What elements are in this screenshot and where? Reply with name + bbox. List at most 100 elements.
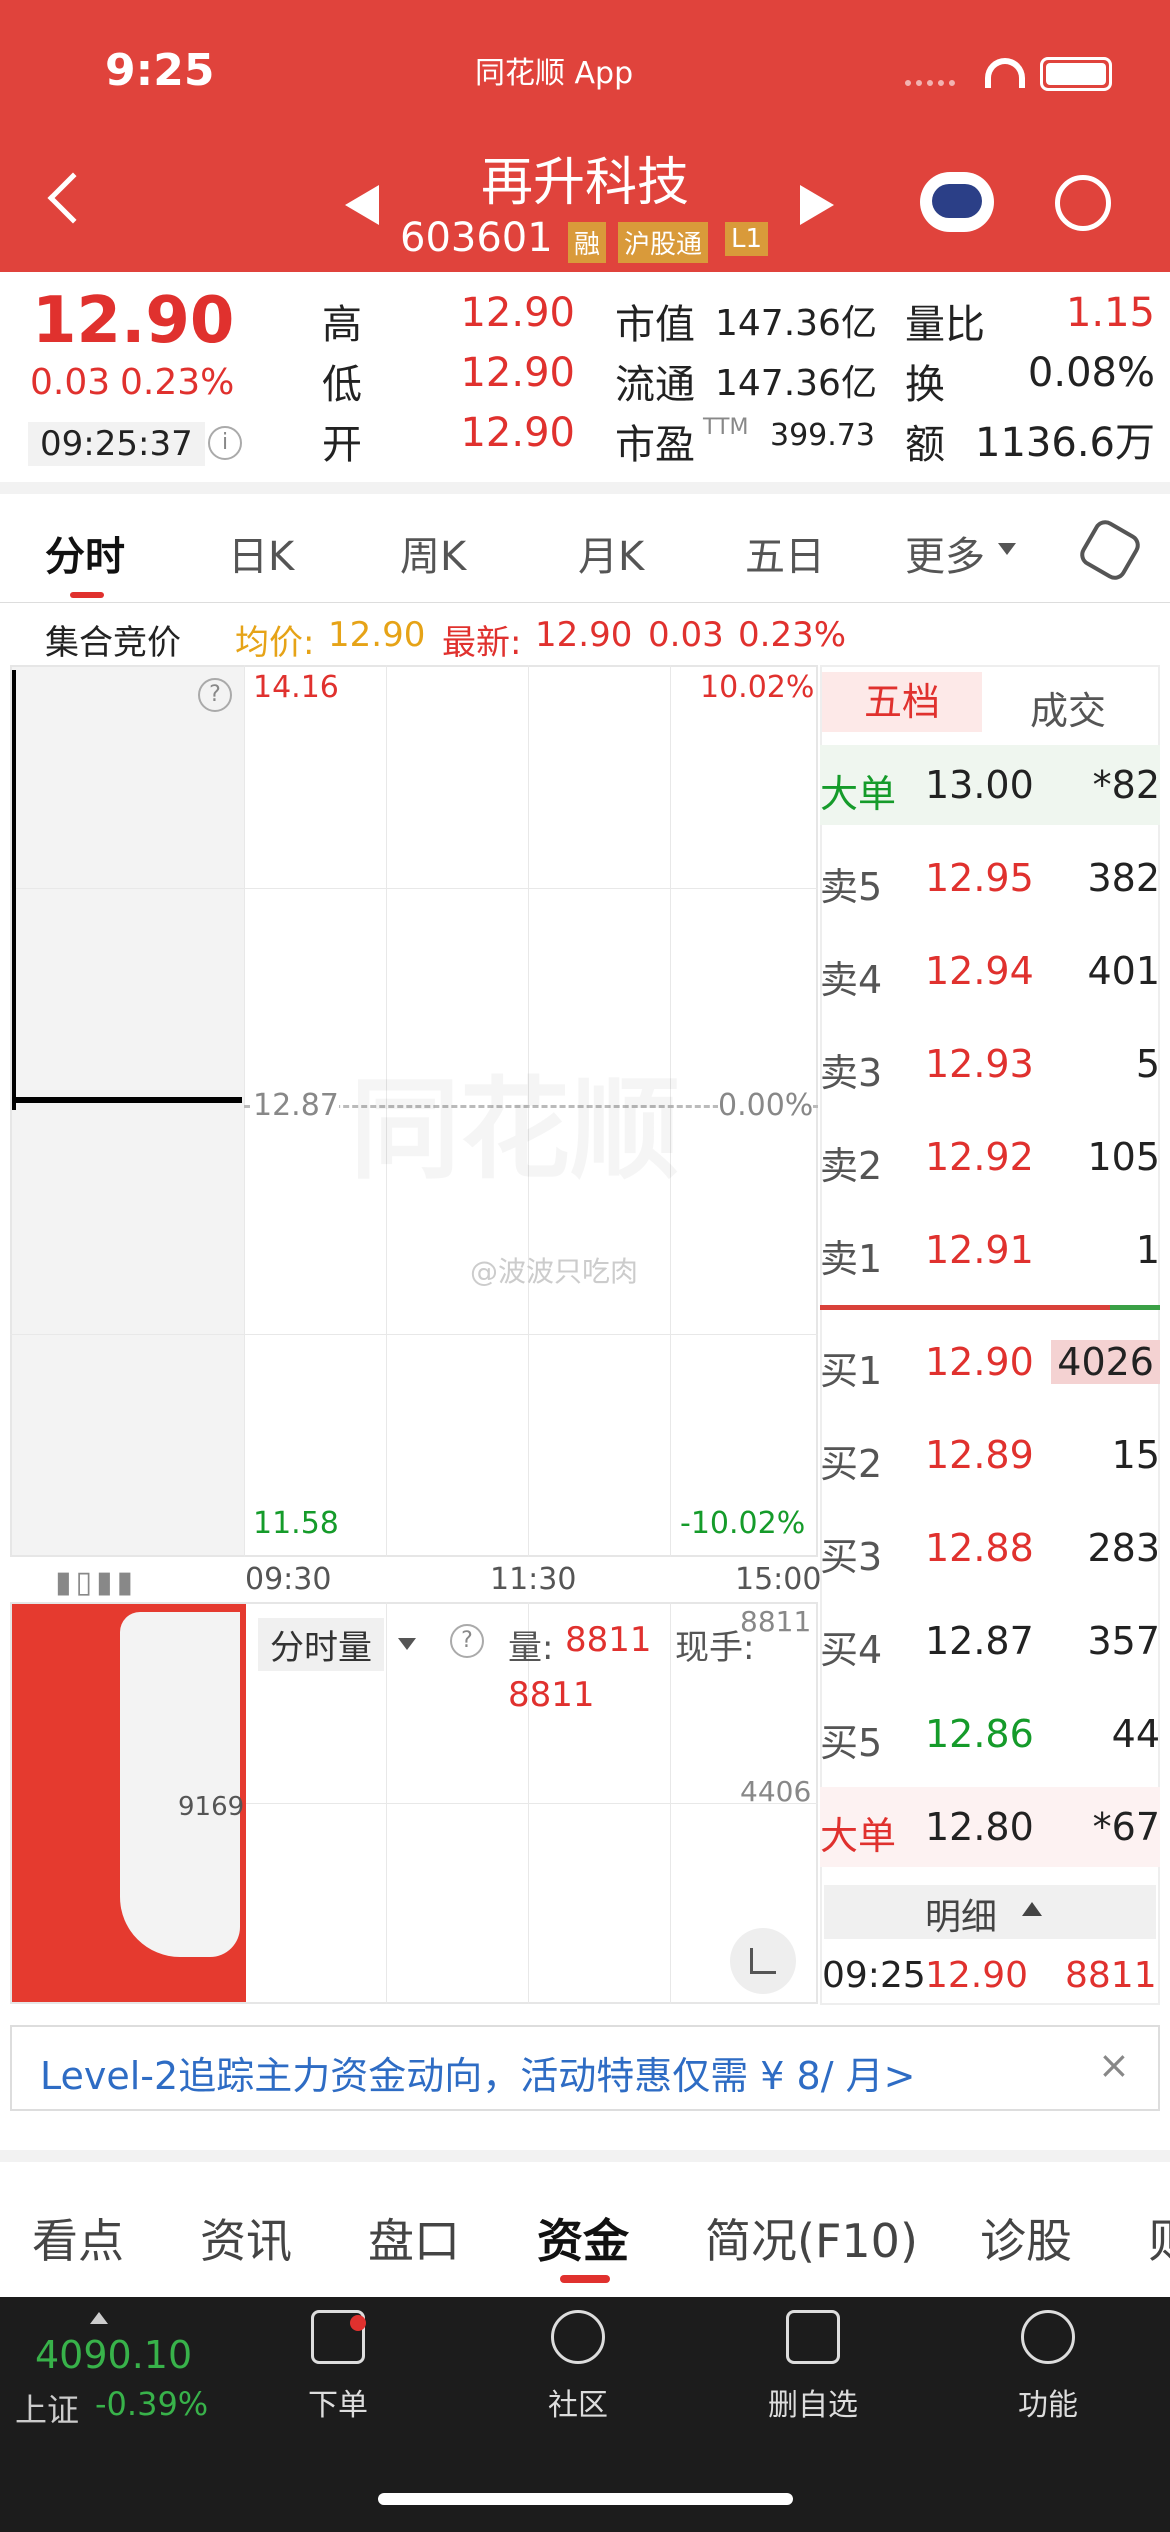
tab-more-clipped[interactable]: 则 — [1148, 2205, 1170, 2271]
stat-value-turnover: 0.08% — [1027, 350, 1155, 396]
info-icon[interactable]: i — [208, 426, 242, 460]
divider — [0, 602, 1170, 603]
nav-community[interactable]: 社区 — [498, 2310, 658, 2424]
chevron-up-icon — [1022, 1902, 1042, 1916]
next-stock-icon[interactable] — [800, 185, 834, 225]
nav-community-label: 社区 — [548, 2388, 608, 2423]
tab-indicator — [560, 2275, 610, 2283]
order-label: 买5 — [820, 1721, 883, 1765]
order-label: 买1 — [820, 1349, 883, 1393]
order-price: 12.89 — [925, 1433, 1034, 1477]
order-price: 12.95 — [925, 856, 1034, 900]
menu-icon — [1021, 2310, 1075, 2364]
grid-line — [244, 665, 245, 1557]
tab-trades[interactable]: 成交 — [1030, 680, 1106, 735]
tab-daily-k[interactable]: 日K — [228, 524, 294, 582]
latest-pct: 0.23% — [738, 615, 847, 655]
order-label: 买2 — [820, 1442, 883, 1486]
order-vol: 1 — [1135, 1228, 1160, 1272]
tab-five-levels[interactable]: 五档 — [822, 672, 982, 732]
avg-price: 12.90 — [328, 615, 426, 655]
stat-label-float: 流通 — [615, 362, 695, 408]
y-axis-low-pct: -10.02% — [680, 1506, 806, 1541]
weibo-watermark: @波波只吃肉 — [470, 1255, 639, 1288]
order-price: 12.93 — [925, 1042, 1034, 1086]
tab-more[interactable]: 更多 — [905, 524, 985, 582]
ratio-bar-buy — [820, 1305, 1110, 1310]
back-icon[interactable] — [47, 172, 99, 224]
settings-hexagon-icon[interactable] — [1075, 515, 1145, 585]
volume-label: 量: — [508, 1628, 554, 1668]
detail-label: 明细 — [925, 1897, 998, 1938]
scroll-handle-icon[interactable]: ▮▯▮▮ — [55, 1565, 137, 1600]
avg-price-label: 均价: — [235, 623, 315, 663]
stat-label-amount: 额 — [905, 422, 945, 468]
promo-text[interactable]: Level-2追踪主力资金动向，活动特惠仅需 ¥ 8/ 月> — [40, 2045, 915, 2100]
y-axis-mid-pct: 0.00% — [718, 1088, 814, 1123]
stat-value-low: 12.90 — [460, 350, 575, 396]
expand-icon[interactable] — [730, 1928, 796, 1994]
stat-pe-ttm: TTM — [703, 415, 749, 440]
stat-value-amount: 1136.6万 — [975, 420, 1155, 466]
tab-intraday[interactable]: 分时 — [45, 524, 125, 582]
expand-up-icon[interactable] — [90, 2312, 108, 2324]
big-sell-price: 13.00 — [925, 763, 1034, 807]
volume-type-select[interactable]: 分时量 — [258, 1618, 384, 1671]
help-icon[interactable]: ? — [198, 678, 232, 712]
community-star-icon — [551, 2310, 605, 2364]
y-axis-high-pct: 10.02% — [700, 670, 815, 705]
stat-value-high: 12.90 — [460, 290, 575, 336]
help-icon[interactable]: ? — [450, 1624, 484, 1658]
nav-remove-watchlist[interactable]: 删自选 — [733, 2310, 893, 2424]
ratio-bar-sell — [1110, 1305, 1160, 1310]
wifi-icon — [985, 58, 1025, 88]
tab-diagnosis[interactable]: 诊股 — [980, 2205, 1072, 2271]
tab-f10[interactable]: 简况(F10) — [705, 2205, 918, 2271]
home-indicator — [378, 2493, 793, 2505]
order-label: 卖3 — [820, 1051, 883, 1095]
grid-line — [244, 1803, 818, 1804]
order-label: 卖2 — [820, 1144, 883, 1188]
nav-remove-label: 删自选 — [768, 2388, 858, 2423]
tab-monthly-k[interactable]: 月K — [578, 524, 644, 582]
nav-functions[interactable]: 功能 — [968, 2310, 1128, 2424]
big-buy-row: 大单 12.80 *67 — [820, 1787, 1160, 1867]
tab-indicator — [70, 592, 104, 598]
big-buy-label: 大单 — [820, 1814, 897, 1858]
order-price: 12.91 — [925, 1228, 1034, 1272]
divider — [0, 482, 1170, 494]
tab-five-day[interactable]: 五日 — [745, 524, 825, 582]
search-icon[interactable] — [1055, 175, 1111, 231]
stat-value-mcap: 147.36亿 — [715, 303, 877, 344]
index-pct: -0.39% — [95, 2385, 209, 2423]
stat-label-turnover: 换 — [905, 362, 945, 408]
order-price: 12.87 — [925, 1619, 1034, 1663]
x-axis-end: 15:00 — [735, 1562, 822, 1597]
grid-line — [10, 1334, 818, 1335]
stat-label-volratio: 量比 — [905, 302, 985, 348]
volume-axis-mid: 4406 — [740, 1775, 812, 1808]
tab-funds[interactable]: 资金 — [537, 2205, 629, 2271]
big-sell-row: 大单 13.00 *82 — [820, 745, 1160, 825]
nav-order[interactable]: 下单 — [258, 2310, 418, 2424]
price-change-pct: 0.23% — [120, 362, 235, 403]
index-value[interactable]: 4090.10 — [35, 2333, 192, 2377]
chevron-down-icon — [998, 543, 1016, 555]
assistant-robot-icon[interactable] — [920, 172, 994, 232]
list-item: 买5 12.86 44 — [820, 1694, 1160, 1774]
tab-news[interactable]: 资讯 — [200, 2205, 292, 2271]
order-vol: 283 — [1087, 1526, 1160, 1570]
latest-label: 最新: — [442, 623, 522, 663]
prev-stock-icon[interactable] — [345, 185, 379, 225]
tab-orderbook[interactable]: 盘口 — [368, 2205, 460, 2271]
list-item: 卖1 12.91 1 — [820, 1210, 1160, 1290]
tab-highlights[interactable]: 看点 — [32, 2205, 124, 2271]
remove-watchlist-icon — [786, 2310, 840, 2364]
close-icon[interactable]: × — [1098, 2043, 1130, 2087]
badge-margin: 融 — [568, 222, 607, 263]
list-item: 卖5 12.95 382 — [820, 838, 1160, 918]
divider — [0, 2150, 1170, 2162]
watermark-logo: 同花顺 — [350, 1040, 680, 1200]
big-sell-label: 大单 — [820, 772, 897, 816]
tab-weekly-k[interactable]: 周K — [400, 524, 466, 582]
